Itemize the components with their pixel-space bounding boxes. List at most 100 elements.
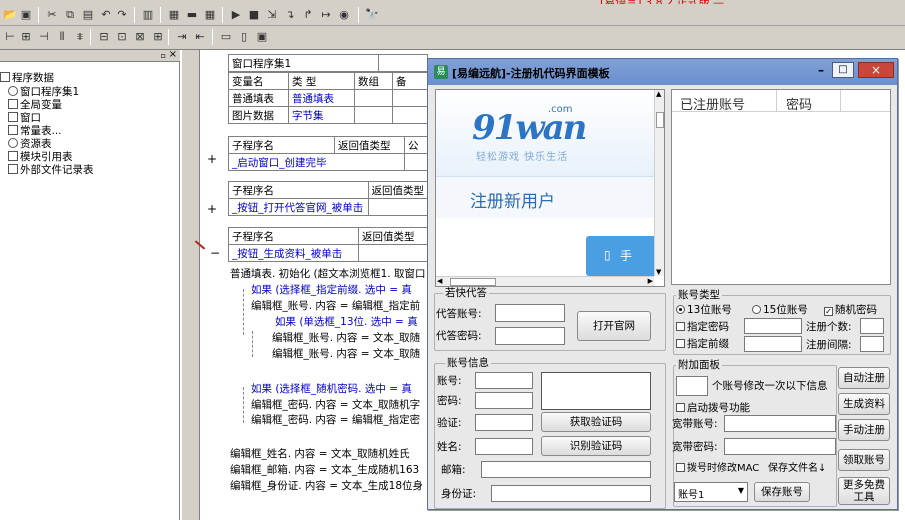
manual-register-button[interactable]: 手动注册: [838, 419, 890, 441]
radio-13-digit[interactable]: 13位账号: [676, 304, 732, 317]
window-icon[interactable]: ▦: [166, 7, 182, 23]
account-select[interactable]: 账号1 ▼: [674, 482, 748, 502]
step-icon[interactable]: ⇲: [264, 7, 280, 23]
recognize-code-button[interactable]: 识别验证码: [541, 436, 651, 456]
align-right-icon[interactable]: ⊣: [36, 29, 52, 45]
size-equal-icon[interactable]: ⊟: [96, 29, 112, 45]
layer-icon[interactable]: ▯: [236, 29, 252, 45]
dist-h-icon[interactable]: ⫴: [54, 29, 70, 45]
modify-every-input[interactable]: [676, 376, 708, 396]
code-line[interactable]: 如果 (选择框_指定前缀. 选中 = 真: [251, 284, 412, 297]
tree-item[interactable]: 程序数据: [0, 72, 54, 84]
vertical-scrollbar[interactable]: ▲ ▼: [654, 90, 664, 276]
save-account-button[interactable]: 保存账号: [754, 482, 810, 502]
more-tools-button[interactable]: 更多免费工具: [838, 477, 890, 505]
expand-icon[interactable]: +: [207, 202, 217, 216]
tree-item[interactable]: 模块引用表: [8, 151, 73, 163]
frame-icon[interactable]: ▣: [254, 29, 270, 45]
save-icon[interactable]: ▣: [18, 7, 34, 23]
tab-order-icon[interactable]: ⇥: [174, 29, 190, 45]
paste-icon[interactable]: ▤: [80, 7, 96, 23]
code-line[interactable]: 编辑框_姓名. 内容 = 文本_取随机姓氏: [230, 448, 410, 461]
tree-item[interactable]: 全局变量: [8, 99, 62, 111]
stop-icon[interactable]: ■: [246, 7, 262, 23]
tree-item[interactable]: 资源表: [8, 138, 52, 150]
scroll-thumb[interactable]: [656, 112, 664, 128]
var-type[interactable]: 普通填表: [288, 89, 355, 107]
search-icon[interactable]: 🔭: [364, 7, 380, 23]
auto-register-button[interactable]: 自动注册: [838, 367, 890, 389]
open-website-button[interactable]: 打开官网: [577, 311, 651, 341]
count-input[interactable]: [860, 318, 884, 334]
dialog-titlebar[interactable]: 易 [易编远航]-注册机代码界面模板 – □ ×: [428, 59, 897, 85]
panel-restore-icon[interactable]: ▫: [161, 50, 166, 61]
random-password-checkbox[interactable]: ✓ 随机密码: [824, 304, 877, 317]
var-type[interactable]: 字节集: [288, 106, 355, 124]
fixed-password-input[interactable]: [744, 318, 802, 334]
password-input[interactable]: [475, 392, 533, 409]
cut-icon[interactable]: ✂: [44, 7, 60, 23]
group-icon[interactable]: ⊠: [132, 29, 148, 45]
registered-accounts-list[interactable]: 已注册账号 密码: [671, 89, 891, 285]
verify-input[interactable]: [475, 414, 533, 431]
lock-icon[interactable]: ▭: [218, 29, 234, 45]
undo-icon[interactable]: ↶: [98, 7, 114, 23]
grid-table-icon[interactable]: ▦: [202, 7, 218, 23]
sub-name[interactable]: _按钮_打开代答官网_被单击: [228, 198, 369, 216]
tree-item[interactable]: 窗口程序集1: [8, 86, 79, 98]
expand-icon[interactable]: +: [207, 152, 217, 166]
scroll-up-icon[interactable]: ▲: [656, 90, 661, 98]
order-icon[interactable]: ⊡: [114, 29, 130, 45]
tree-item[interactable]: 常量表...: [8, 125, 62, 137]
code-line[interactable]: 编辑框_账号. 内容 = 编辑框_指定前: [251, 300, 420, 313]
scroll-left-icon[interactable]: ◀: [437, 277, 442, 285]
account-input[interactable]: [475, 372, 533, 389]
assembly-name[interactable]: 窗口程序集1: [228, 54, 379, 72]
find-icon[interactable]: ▥: [140, 7, 156, 23]
radio-15-digit[interactable]: 15位账号: [752, 304, 808, 317]
var-name[interactable]: 图片数据: [228, 106, 289, 124]
code-line[interactable]: 普通填表. 初始化 (超文本浏览框1. 取窗口: [230, 268, 425, 281]
redo-icon[interactable]: ↷: [114, 7, 130, 23]
align-left-icon[interactable]: ⊢: [2, 29, 18, 45]
run-to-icon[interactable]: ↦: [318, 7, 334, 23]
code-line[interactable]: 如果 (单选框_13位. 选中 = 真: [275, 316, 418, 329]
align-center-icon[interactable]: ⊞: [18, 29, 34, 45]
table-icon[interactable]: ▬: [184, 7, 200, 23]
code-line[interactable]: 编辑框_账号. 内容 = 文本_取随: [272, 348, 420, 361]
folder-open-icon[interactable]: 📂: [2, 7, 18, 23]
panel-splitter[interactable]: [181, 50, 200, 520]
code-line[interactable]: 编辑框_身份证. 内容 = 文本_生成18位身: [230, 480, 423, 493]
sub-name[interactable]: _启动窗口_创建完毕: [228, 153, 405, 171]
minimize-button[interactable]: –: [818, 63, 824, 77]
broadband-account-input[interactable]: [724, 415, 836, 432]
tree-item[interactable]: 窗口: [8, 112, 41, 124]
scroll-thumb[interactable]: [450, 278, 496, 286]
step-into-icon[interactable]: ↴: [282, 7, 298, 23]
interval-input[interactable]: [860, 336, 884, 352]
run-icon[interactable]: ▶: [228, 7, 244, 23]
proxy-password-input[interactable]: [495, 327, 565, 345]
name-input[interactable]: [475, 438, 533, 455]
scroll-right-icon[interactable]: ▶: [648, 277, 653, 285]
horizontal-scrollbar[interactable]: ◀ ▶: [436, 276, 654, 286]
id-input[interactable]: [491, 485, 651, 502]
col-password[interactable]: 密码: [786, 94, 812, 113]
code-line[interactable]: 编辑框_密码. 内容 = 编辑框_指定密: [251, 414, 420, 427]
web-browser-view[interactable]: 91wan .com 轻松游戏 快乐生活 注册新用户 ▯ 手 ▲ ▼ ◀ ▶: [435, 89, 665, 287]
code-line[interactable]: 如果 (选择框_随机密码. 选中 = 真: [251, 383, 412, 396]
fixed-prefix-input[interactable]: [744, 336, 802, 352]
copy-icon[interactable]: ⧉: [62, 7, 78, 23]
phone-button[interactable]: ▯ 手: [586, 236, 656, 276]
code-line[interactable]: 编辑框_邮箱. 内容 = 文本_生成随机163: [230, 464, 419, 477]
generate-data-button[interactable]: 生成资料: [838, 393, 890, 415]
dist-v-icon[interactable]: ⩨: [72, 29, 88, 45]
scroll-down-icon[interactable]: ▼: [656, 268, 661, 276]
dial-mac-checkbox[interactable]: 拨号时修改MAC: [676, 462, 759, 475]
broadband-password-input[interactable]: [724, 438, 836, 455]
code-line[interactable]: 编辑框_账号. 内容 = 文本_取随: [272, 332, 420, 345]
get-code-button[interactable]: 获取验证码: [541, 412, 651, 432]
dial-checkbox[interactable]: 启动拨号功能: [676, 402, 750, 415]
breakpoint-icon[interactable]: ◉: [336, 7, 352, 23]
panel-close-icon[interactable]: ×: [169, 49, 177, 60]
